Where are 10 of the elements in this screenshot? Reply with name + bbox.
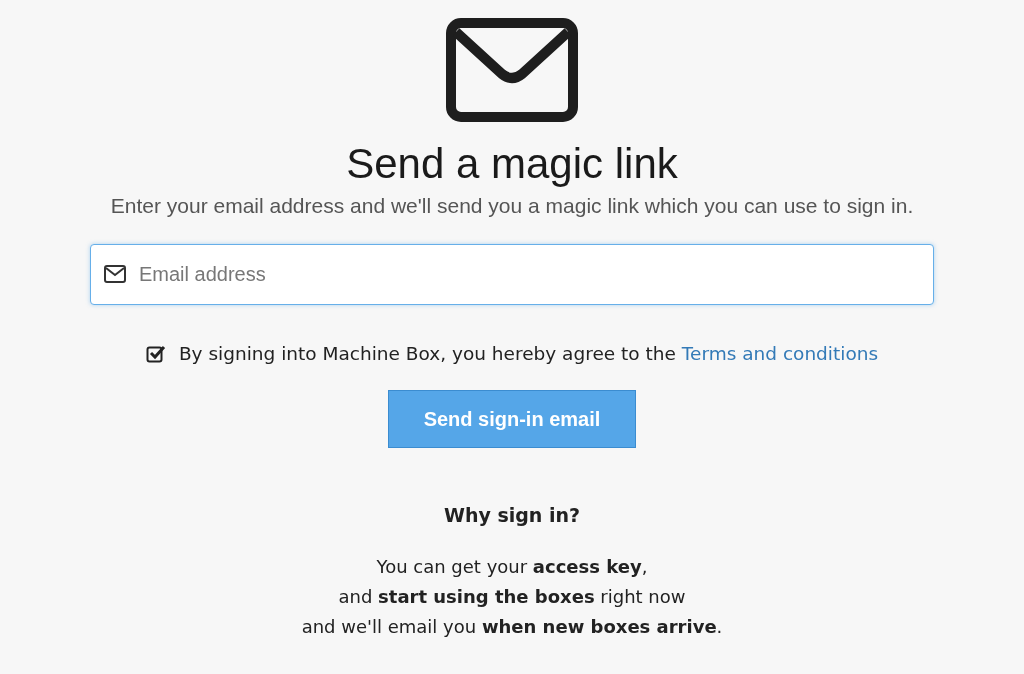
checkbox[interactable] bbox=[145, 343, 166, 364]
subtitle: Enter your email address and we'll send you a magic link which you can use to sign in. bbox=[110, 193, 914, 219]
why-paragraph: You can get your access key, and start using the boxes right now and we'll email you when new boxes arrive. bbox=[301, 555, 723, 639]
page-title: Send a magic link bbox=[346, 140, 678, 188]
agreement-text: By signing into Machine Box, you hereby agree to the bbox=[178, 343, 676, 364]
envelope-icon bbox=[446, 18, 578, 122]
terms-link[interactable]: Terms and conditions bbox=[681, 343, 879, 364]
send-button[interactable]: Send sign-in email bbox=[388, 390, 636, 448]
section-heading: Why sign in? bbox=[443, 504, 581, 526]
email-field[interactable]: Email address bbox=[90, 244, 934, 305]
